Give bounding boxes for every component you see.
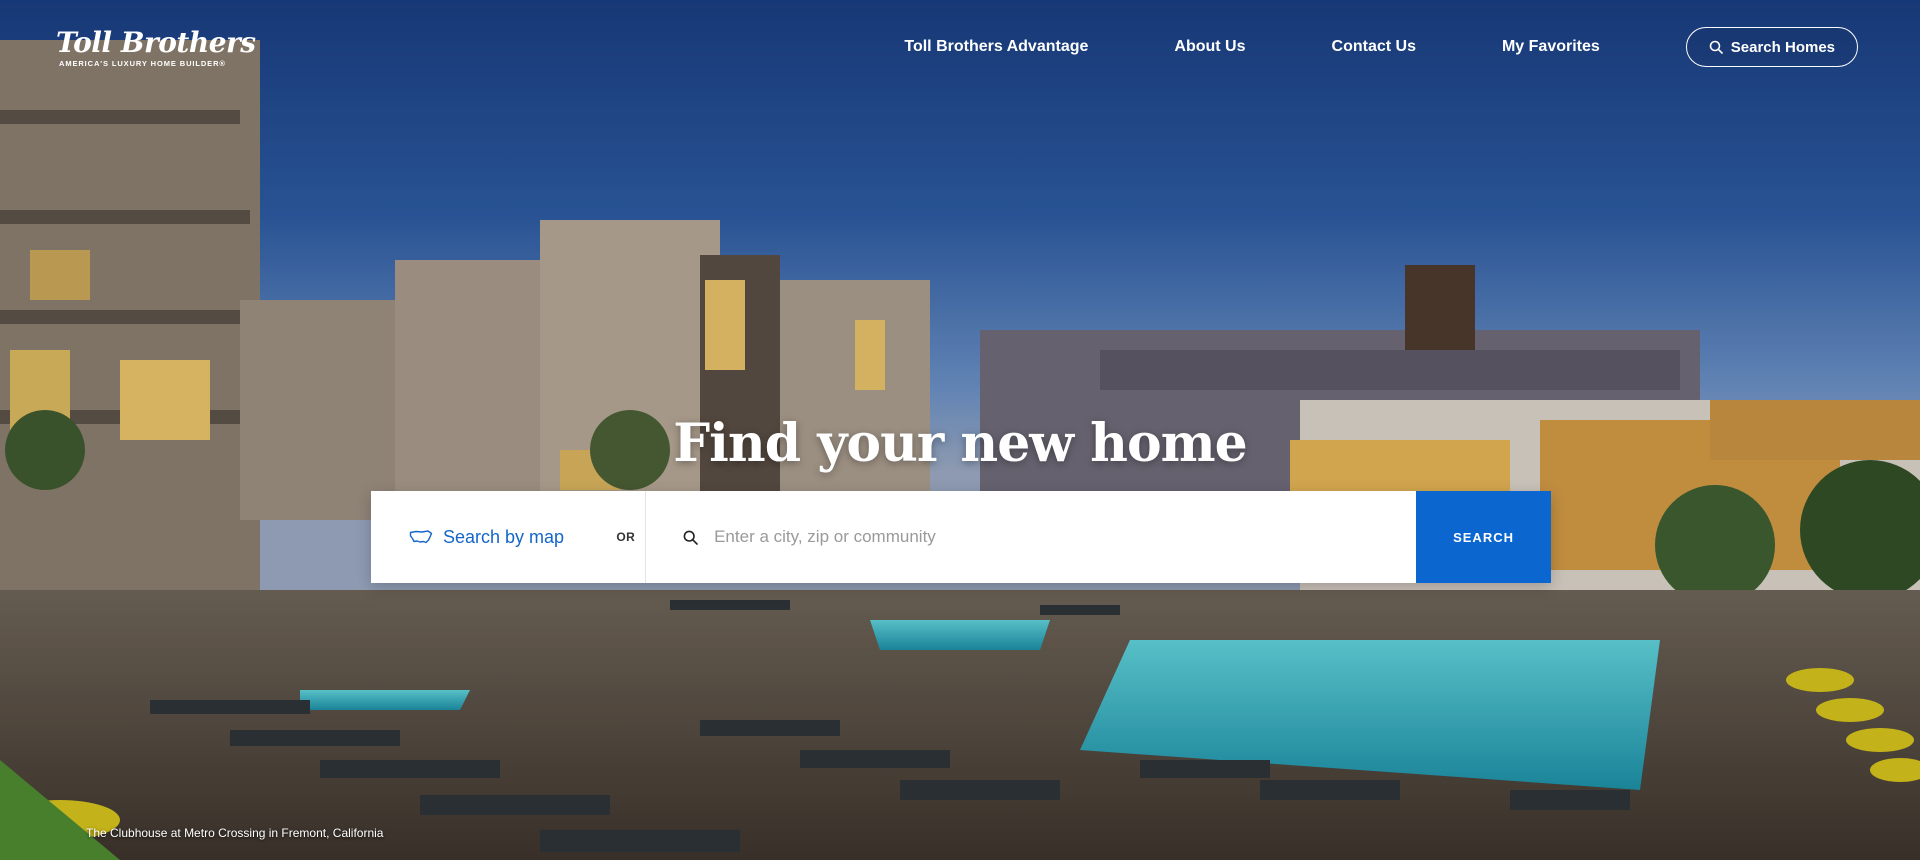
main-nav: Toll Brothers Advantage About Us Contact… [904,27,1858,67]
nav-item-contact-us[interactable]: Contact Us [1332,38,1416,56]
search-homes-label: Search Homes [1730,38,1835,56]
search-button[interactable]: SEARCH [1416,491,1551,583]
nav-item-about-us[interactable]: About Us [1174,38,1245,56]
hero-section: Toll Brothers AMERICA'S LUXURY HOME BUIL… [0,0,1920,860]
brand-tagline: AMERICA'S LUXURY HOME BUILDER® [59,59,226,68]
brand-logo[interactable]: Toll Brothers AMERICA'S LUXURY HOME BUIL… [56,26,256,69]
location-search-field [646,491,1417,583]
search-by-map-button[interactable]: Search by map [371,491,607,583]
search-homes-button[interactable]: Search Homes [1685,27,1858,67]
hero-headline: Find your new home [673,413,1248,474]
brand-name: Toll Brothers [56,26,256,59]
nav-item-my-favorites[interactable]: My Favorites [1502,38,1600,56]
magnifier-icon [683,530,698,545]
nav-item-advantage[interactable]: Toll Brothers Advantage [904,38,1088,56]
us-map-icon [409,530,433,544]
photo-caption: The Clubhouse at Metro Crossing in Fremo… [86,826,384,840]
location-search-input[interactable] [712,526,1417,548]
or-separator: OR [607,491,647,583]
home-search-bar: Search by map OR SEARCH [371,491,1551,583]
search-by-map-label: Search by map [443,526,565,547]
search-icon [1709,40,1723,54]
